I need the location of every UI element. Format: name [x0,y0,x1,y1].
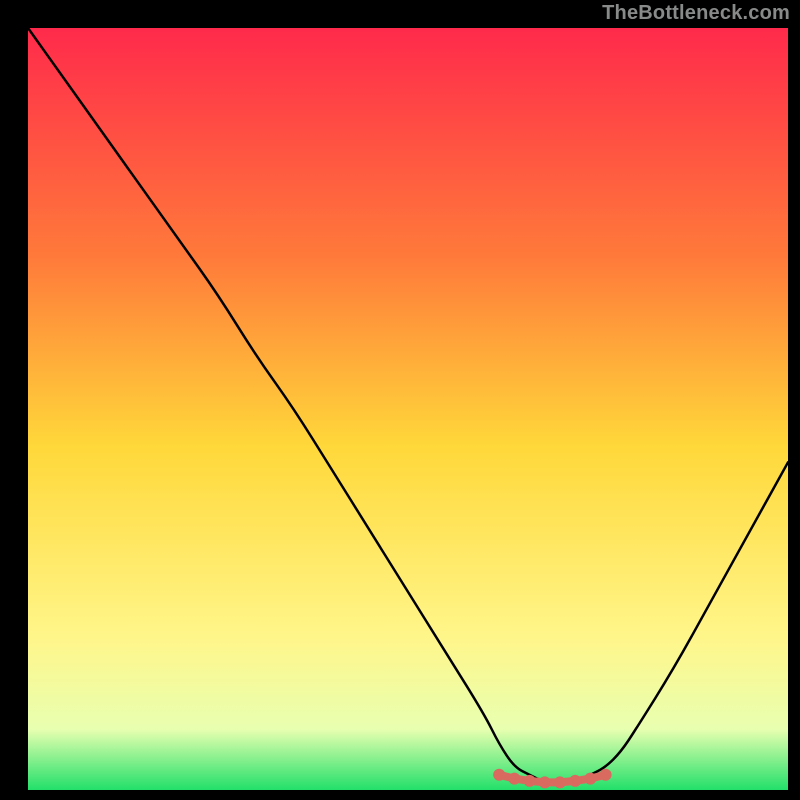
chart-stage: TheBottleneck.com [0,0,800,800]
bottleneck-plot [0,0,800,800]
watermark-label: TheBottleneck.com [602,2,790,25]
gradient-background [28,28,788,790]
